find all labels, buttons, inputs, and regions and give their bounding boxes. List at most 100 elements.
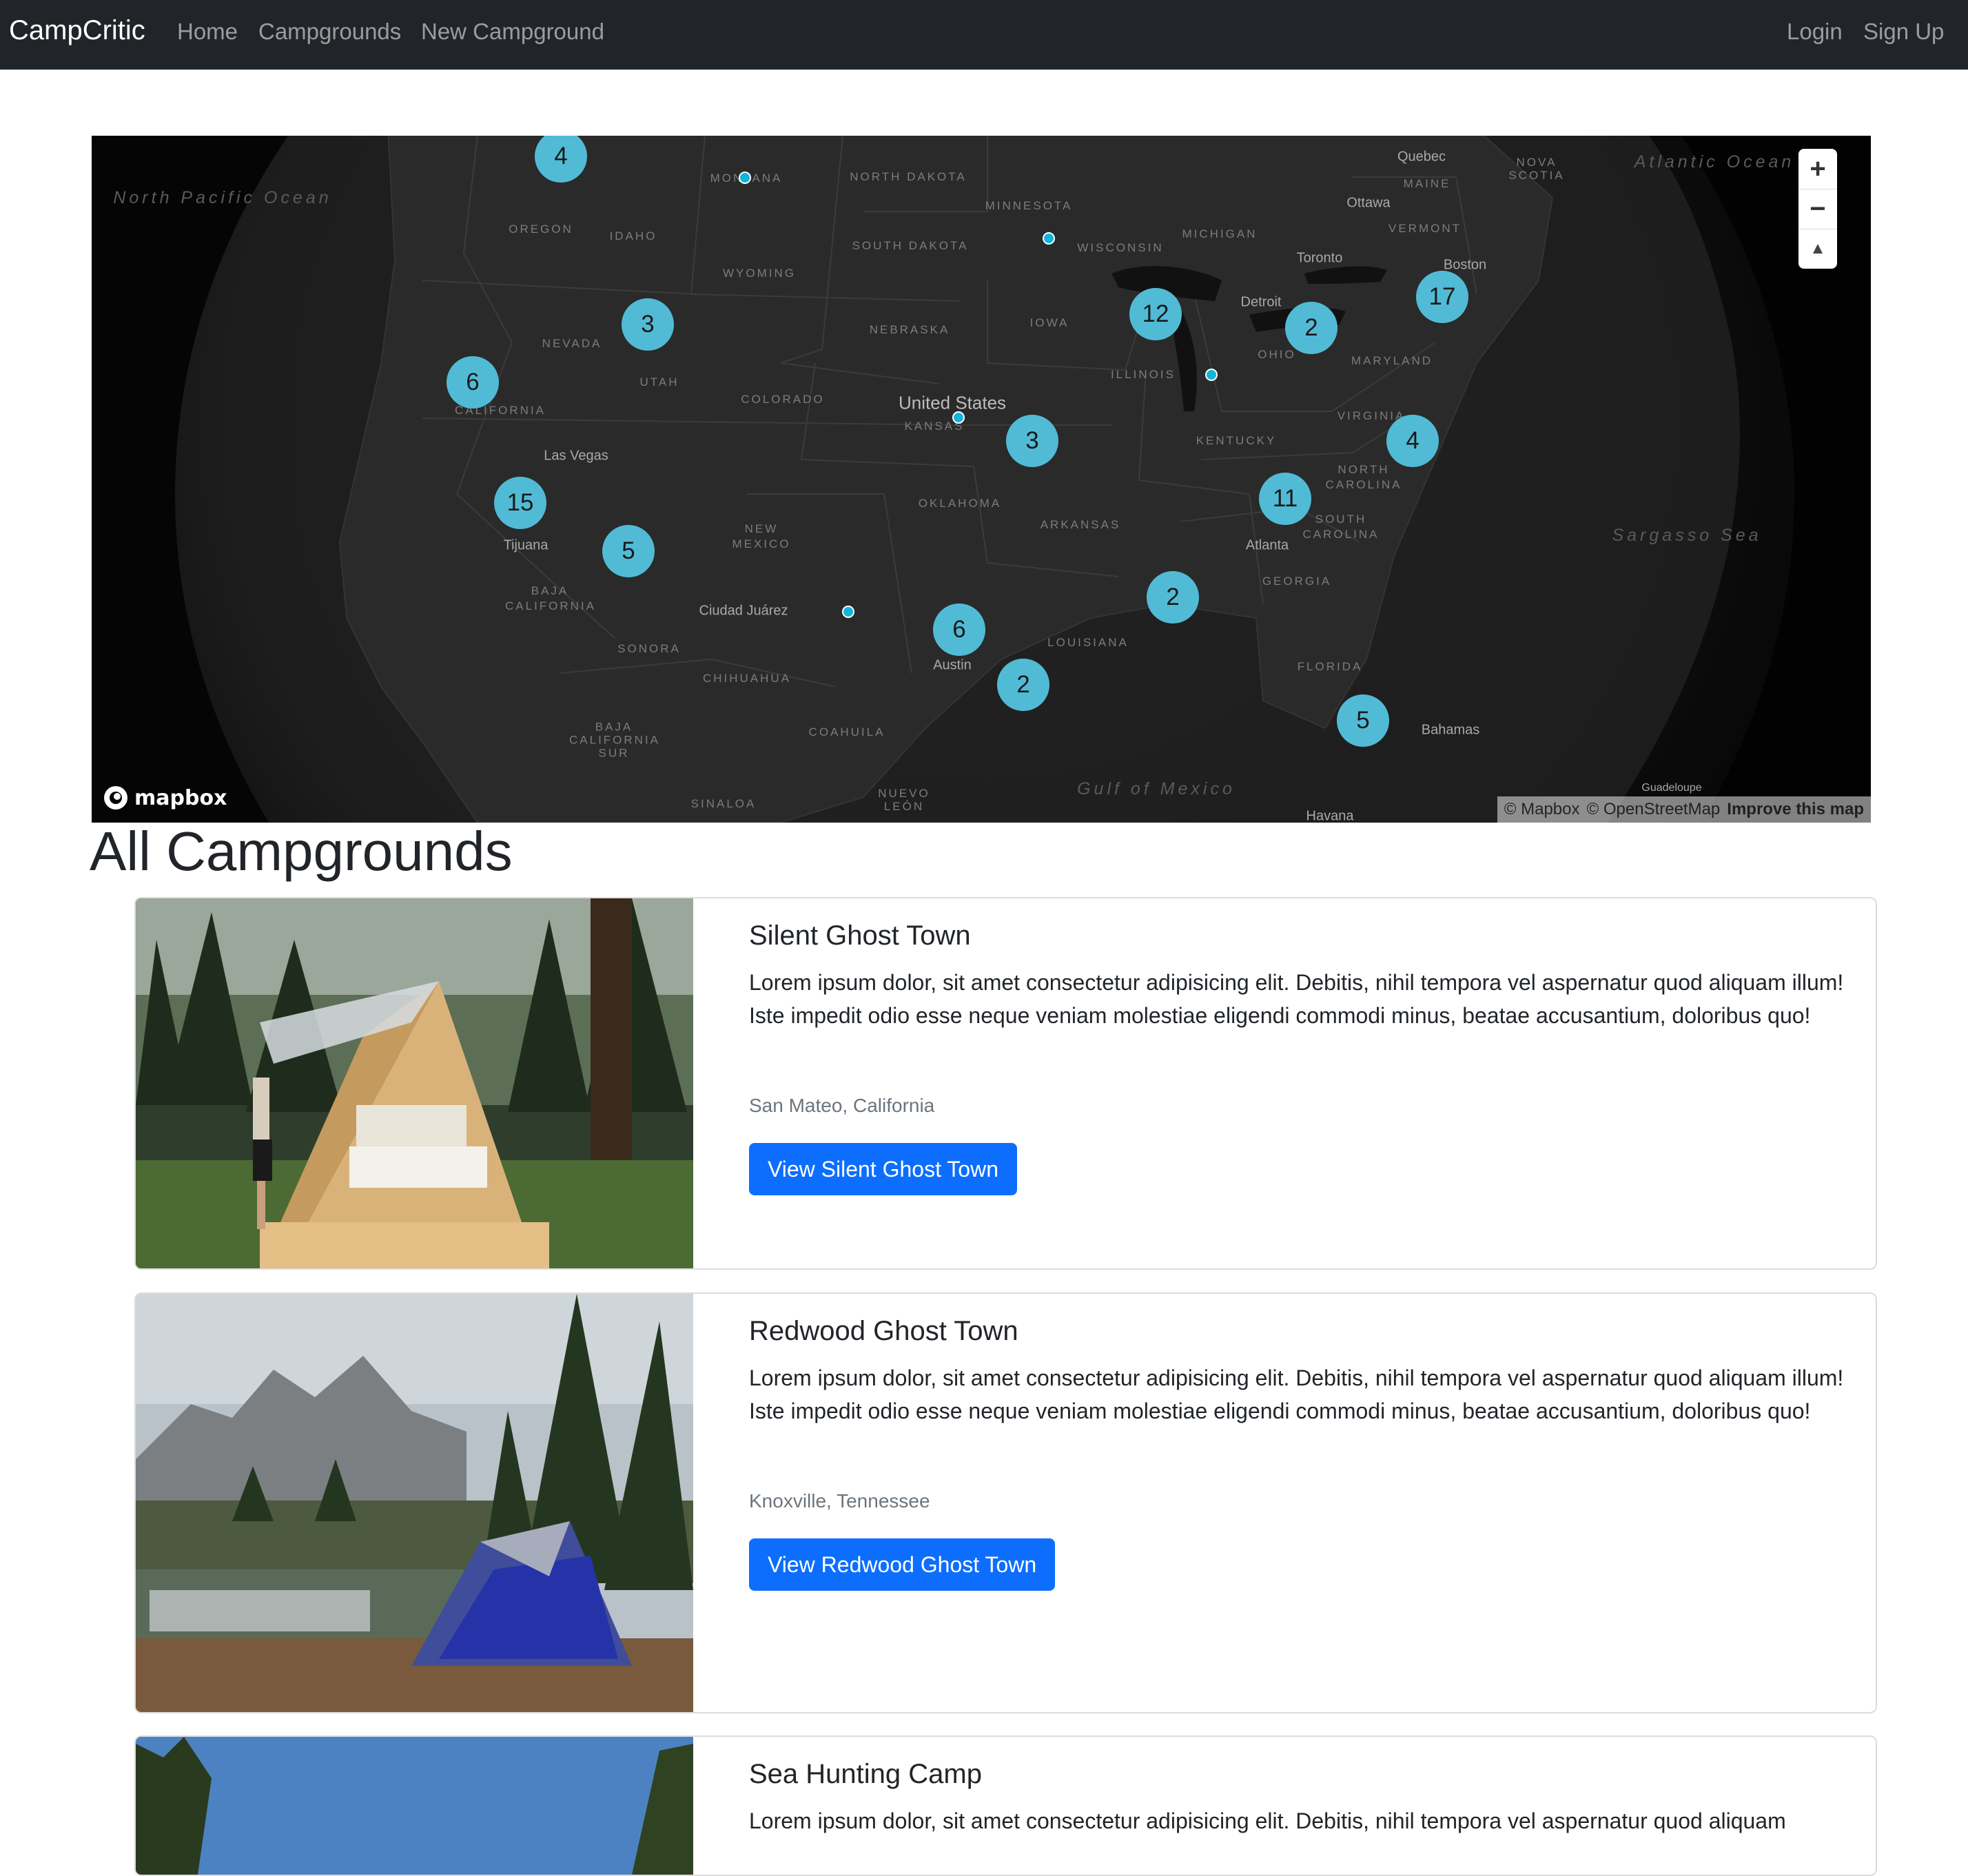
state-label: WYOMING <box>723 267 796 280</box>
cluster-marker[interactable]: 5 <box>602 525 655 577</box>
nav-campgrounds-link[interactable]: Campgrounds <box>258 19 401 45</box>
state-label: SONORA <box>617 642 681 655</box>
mapbox-logo[interactable]: mapbox <box>103 785 227 811</box>
state-label: BAJA CALIFORNIA SUR <box>569 720 661 760</box>
state-label: COAHUILA <box>808 725 885 739</box>
water-label: Sargasso Sea <box>1612 526 1762 545</box>
state-label: IDAHO <box>609 229 657 243</box>
state-label: NORTH DAKOTA <box>850 170 967 183</box>
view-campground-button[interactable]: View Silent Ghost Town <box>749 1143 1017 1195</box>
state-label: NUEVO LEÓN <box>878 787 930 813</box>
card-description: Lorem ipsum dolor, sit amet consectetur … <box>749 1365 1844 1423</box>
map-attribution: © Mapbox © OpenStreetMap Improve this ma… <box>1497 796 1871 823</box>
navbar: CampCritic Home Campgrounds New Campgrou… <box>0 0 1968 70</box>
water-label: Atlantic Ocean <box>1634 152 1795 172</box>
cluster-marker[interactable]: 6 <box>447 356 499 409</box>
state-label: BAJA CALIFORNIA <box>505 584 597 612</box>
cluster-marker[interactable]: 6 <box>933 604 985 656</box>
state-label: OREGON <box>509 223 573 236</box>
city-label: Las Vegas <box>544 448 608 464</box>
view-campground-button[interactable]: View Redwood Ghost Town <box>749 1538 1056 1591</box>
campground-point[interactable] <box>1205 369 1218 381</box>
card-description: Lorem ipsum dolor, sit amet consectetur … <box>749 970 1844 1028</box>
state-label: NOVA SCOTIA <box>1508 156 1565 182</box>
cluster-marker[interactable]: 5 <box>1337 694 1389 747</box>
cluster-marker[interactable]: 4 <box>1386 415 1439 467</box>
city-label: Boston <box>1443 257 1487 273</box>
brand-link[interactable]: CampCritic <box>9 15 145 46</box>
city-label: Ciudad Juárez <box>699 603 788 619</box>
state-label: LOUISIANA <box>1047 636 1129 649</box>
state-label: MICHIGAN <box>1182 227 1258 240</box>
campground-point[interactable] <box>1043 232 1055 245</box>
city-label: Toronto <box>1296 250 1343 266</box>
state-label: WISCONSIN <box>1077 241 1164 254</box>
city-label: Guadeloupe <box>1641 782 1702 794</box>
cluster-marker[interactable]: 2 <box>997 659 1049 711</box>
cluster-marker[interactable]: 17 <box>1416 271 1468 323</box>
campground-point[interactable] <box>739 172 751 184</box>
cluster-marker[interactable]: 2 <box>1285 302 1337 354</box>
city-label: Austin <box>933 657 972 673</box>
city-label: Detroit <box>1240 294 1282 310</box>
state-label: MARYLAND <box>1351 354 1433 367</box>
nav-home-link[interactable]: Home <box>177 19 238 45</box>
city-label: Quebec <box>1397 149 1446 165</box>
card-title: Sea Hunting Camp <box>749 1759 982 1789</box>
state-label: OKLAHOMA <box>918 497 1002 510</box>
card-location: Knoxville, Tennessee <box>749 1490 930 1512</box>
state-label: KENTUCKY <box>1196 434 1277 447</box>
cluster-map[interactable]: North Pacific Ocean Atlantic Ocean Sarga… <box>92 136 1871 823</box>
state-label: SOUTH CAROLINA <box>1302 513 1380 541</box>
zoom-in-button[interactable]: + <box>1798 149 1837 189</box>
card-title: Silent Ghost Town <box>749 920 971 951</box>
mapbox-logo-text: mapbox <box>134 785 227 810</box>
zoom-out-button[interactable]: − <box>1798 189 1837 229</box>
attribution-mapbox-link[interactable]: © Mapbox <box>1504 800 1580 819</box>
city-label: Tijuana <box>503 537 549 553</box>
campground-image <box>136 1737 693 1875</box>
nav-new-campground-link[interactable]: New Campground <box>421 19 604 45</box>
campground-card: Redwood Ghost Town Lorem ipsum dolor, si… <box>134 1292 1877 1713</box>
water-label: Gulf of Mexico <box>1077 779 1236 798</box>
state-label: MINNESOTA <box>985 199 1073 212</box>
state-label: UTAH <box>639 375 679 389</box>
state-label: NEVADA <box>542 337 602 350</box>
improve-map-link[interactable]: Improve this map <box>1727 800 1864 819</box>
state-label: ILLINOIS <box>1111 368 1176 381</box>
state-label: IOWA <box>1029 316 1069 329</box>
cluster-marker[interactable]: 15 <box>494 477 546 529</box>
campground-image <box>136 1294 693 1712</box>
attribution-osm-link[interactable]: © OpenStreetMap <box>1587 800 1721 819</box>
campground-image <box>136 898 693 1268</box>
mapbox-logo-icon <box>104 786 127 810</box>
cluster-marker[interactable]: 11 <box>1259 473 1311 525</box>
city-label: Atlanta <box>1245 537 1289 553</box>
cluster-marker[interactable]: 3 <box>1006 415 1058 467</box>
cluster-marker[interactable]: 12 <box>1129 288 1182 340</box>
state-label: NEBRASKA <box>869 323 950 336</box>
city-label: Ottawa <box>1346 195 1391 211</box>
card-location: San Mateo, California <box>749 1095 935 1116</box>
campground-point[interactable] <box>952 411 965 424</box>
state-label: OHIO <box>1258 348 1296 361</box>
state-label: NORTH CAROLINA <box>1325 463 1402 491</box>
country-label: United States <box>898 392 1007 413</box>
nav-signup-link[interactable]: Sign Up <box>1863 19 1944 45</box>
state-label: MAINE <box>1403 177 1451 190</box>
cluster-marker[interactable]: 3 <box>622 298 674 351</box>
city-label: Bahamas <box>1421 722 1480 738</box>
card-description: Lorem ipsum dolor, sit amet consectetur … <box>749 1808 1786 1833</box>
state-label: FLORIDA <box>1297 660 1363 673</box>
state-label: CHIHUAHUA <box>702 672 792 685</box>
state-label: SINALOA <box>690 797 757 810</box>
state-label: VERMONT <box>1388 222 1462 235</box>
nav-login-link[interactable]: Login <box>1787 19 1843 45</box>
state-label: GEORGIA <box>1262 575 1332 588</box>
campground-card: Silent Ghost Town Lorem ipsum dolor, sit… <box>134 897 1877 1270</box>
compass-button[interactable]: ▲ <box>1798 229 1837 269</box>
state-label: COLORADO <box>741 393 825 406</box>
map-navigation-control: + − ▲ <box>1798 149 1837 269</box>
cluster-marker[interactable]: 2 <box>1147 571 1199 623</box>
campground-point[interactable] <box>842 606 854 618</box>
